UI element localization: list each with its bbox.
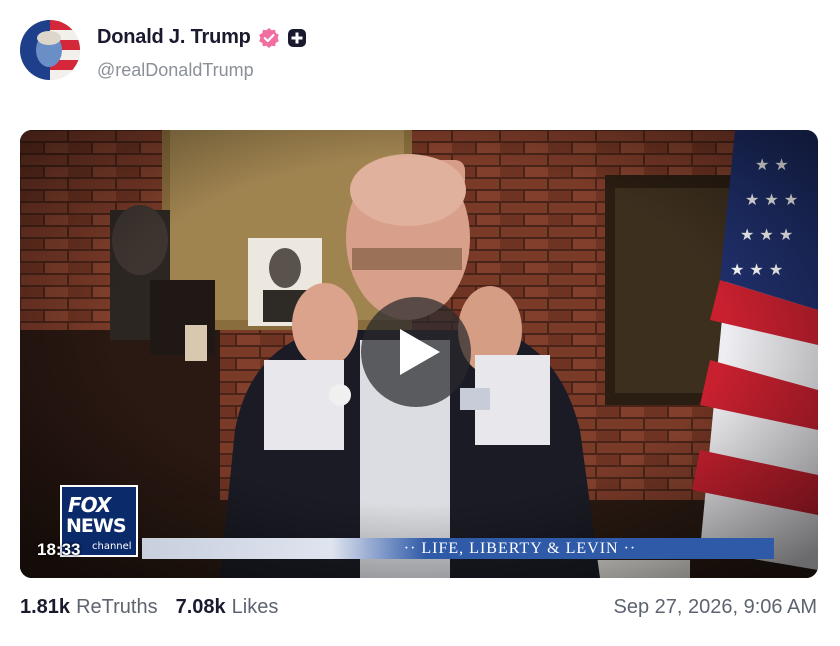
chyron-text: ·· LIFE, LIBERTY & LEVIN ·· [403,540,637,557]
author-avatar[interactable] [20,20,80,80]
author-display-name[interactable]: Donald J. Trump [97,26,251,49]
likes-stat[interactable]: 7.08k Likes [176,596,279,619]
video-player[interactable]: ★ ★ ★ ★ ★ ★ ★ ★ ★ ★ ★ ·· LIFE, LIBERTY &… [20,130,818,578]
retruths-stat[interactable]: 1.81k ReTruths [20,596,158,619]
author-handle[interactable]: @realDonaldTrump [97,60,254,81]
play-button[interactable] [361,297,471,407]
post-stats: 1.81k ReTruths 7.08k Likes [20,596,278,619]
plus-badge-icon [287,28,307,48]
likes-count: 7.08k [175,596,226,618]
retruths-count: 1.81k [20,596,71,618]
video-duration: 18:33 [37,540,81,559]
logo-text-news: NEWS [66,515,127,537]
verified-badge-icon [258,27,280,49]
play-icon [400,329,440,375]
likes-label: Likes [231,596,279,618]
post-timestamp[interactable]: Sep 27, 2026, 9:06 AM [614,596,818,619]
retruths-label: ReTruths [76,596,158,618]
avatar-image [20,20,80,80]
logo-text-channel: channel [92,541,132,552]
logo-text-fox: FOX [68,493,111,517]
